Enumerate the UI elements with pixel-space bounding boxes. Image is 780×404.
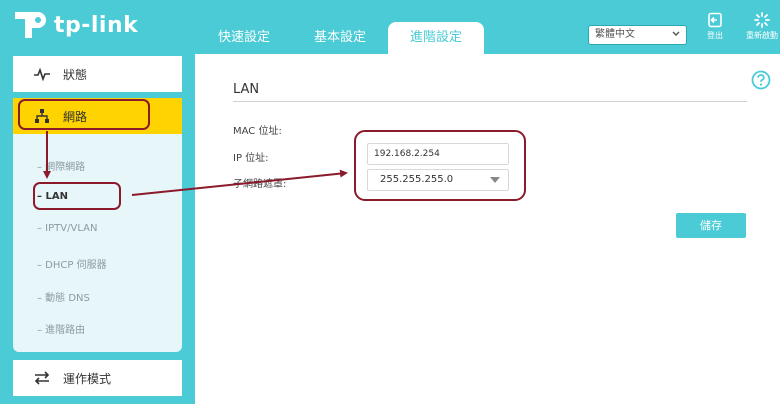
swap-arrows-icon (34, 371, 50, 385)
tab-quick-setup[interactable]: 快速設定 (198, 22, 290, 54)
logout-label: 登出 (707, 31, 723, 40)
reboot-label: 重新啟動 (746, 31, 778, 40)
network-icon (35, 109, 49, 123)
brand-name: tp-link (54, 12, 139, 38)
save-button[interactable]: 儲存 (676, 213, 746, 238)
top-header: tp-link 快速設定 基本設定 進階設定 繁體中文 登出 重新啟動 (0, 0, 780, 54)
submenu-item-dynamic-dns[interactable]: – 動態 DNS (37, 289, 90, 304)
ip-address-input[interactable]: 192.168.2.254 (367, 143, 509, 165)
submenu-item-lan[interactable]: – LAN (37, 191, 68, 202)
tab-advanced[interactable]: 進階設定 (388, 22, 484, 54)
submenu-item-dhcp-server[interactable]: – DHCP 伺服器 (37, 256, 107, 271)
title-divider (233, 101, 747, 102)
language-value: 繁體中文 (595, 29, 635, 40)
sidebar-item-operation-mode[interactable]: 運作模式 (13, 360, 182, 396)
reboot-icon (754, 12, 770, 28)
chevron-down-icon (672, 31, 680, 36)
language-select[interactable]: 繁體中文 (588, 25, 687, 45)
pulse-icon (34, 67, 50, 82)
ip-address-label: IP 位址: (233, 153, 269, 164)
page-title: LAN (233, 82, 260, 97)
tp-link-logo: tp-link (12, 8, 138, 42)
subnet-mask-select[interactable]: 255.255.255.0 (367, 169, 509, 191)
reboot-button[interactable]: 重新啟動 (742, 12, 780, 41)
submenu-item-advanced-routing[interactable]: – 進階路由 (37, 321, 85, 336)
network-submenu: – 網際網路 – LAN – IPTV/VLAN – DHCP 伺服器 – 動態… (13, 134, 182, 352)
submenu-item-internet[interactable]: – 網際網路 (37, 158, 85, 173)
sidebar-item-network[interactable]: 網路 (13, 98, 182, 134)
tab-basic[interactable]: 基本設定 (294, 22, 386, 54)
sidebar: 狀態 網路 – 網際網路 – LAN – IPTV/VLAN – DHCP 伺服… (13, 54, 182, 404)
ip-address-value: 192.168.2.254 (374, 149, 440, 159)
subnet-mask-value: 255.255.255.0 (380, 174, 454, 185)
dropdown-triangle-icon (490, 177, 500, 183)
logout-button[interactable]: 登出 (695, 12, 735, 41)
subnet-mask-label: 子網路遮罩: (233, 179, 287, 190)
sidebar-item-label: 網路 (63, 109, 88, 124)
sidebar-item-status[interactable]: 狀態 (13, 56, 182, 92)
logout-icon (708, 12, 722, 28)
mac-address-label: MAC 位址: (233, 126, 282, 137)
sidebar-item-label: 狀態 (63, 67, 88, 82)
help-icon[interactable] (751, 70, 771, 90)
tp-link-logo-icon (15, 12, 46, 38)
sidebar-item-label: 運作模式 (63, 371, 112, 386)
main-content: LAN MAC 位址: IP 位址: 子網路遮罩: 192.168.2.254 … (195, 54, 780, 404)
submenu-item-iptv-vlan[interactable]: – IPTV/VLAN (37, 223, 97, 234)
